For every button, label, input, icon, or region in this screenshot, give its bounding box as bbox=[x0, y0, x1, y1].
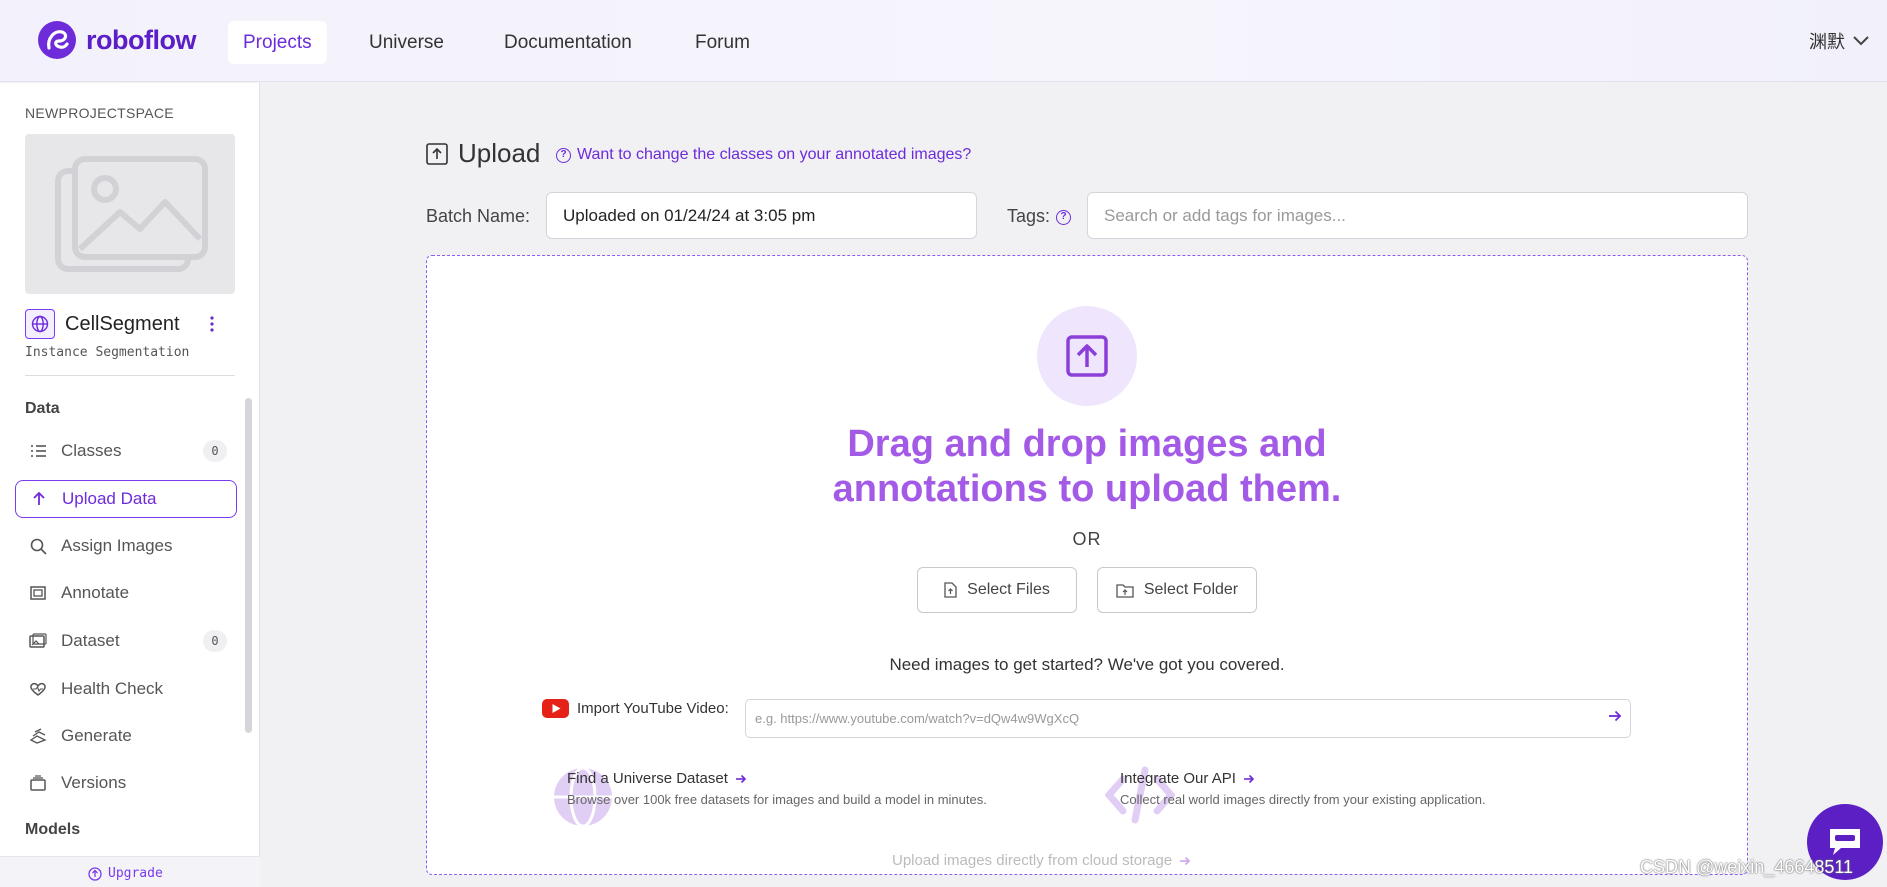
section-data: Data bbox=[25, 400, 60, 417]
user-menu[interactable]: 渊默 bbox=[1809, 28, 1869, 54]
page-title: Upload bbox=[426, 138, 540, 169]
select-files-label: Select Files bbox=[967, 581, 1050, 598]
universe-dataset-desc: Browse over 100k free datasets for image… bbox=[567, 792, 987, 807]
file-icon bbox=[944, 582, 957, 598]
project-name: CellSegment bbox=[65, 312, 180, 335]
classes-count: 0 bbox=[203, 440, 227, 462]
images-icon bbox=[28, 631, 48, 651]
tags-input[interactable]: Search or add tags for images... bbox=[1087, 192, 1748, 239]
nav-universe[interactable]: Universe bbox=[354, 21, 459, 64]
sidebar-item-classes[interactable]: Classes 0 bbox=[15, 432, 237, 470]
sidebar-item-generate[interactable]: Generate bbox=[15, 717, 237, 755]
annotate-icon bbox=[28, 583, 48, 603]
youtube-import-row: Import YouTube Video: bbox=[542, 699, 729, 718]
integrate-api-desc: Collect real world images directly from … bbox=[1120, 792, 1486, 807]
youtube-label: Import YouTube Video: bbox=[577, 700, 729, 717]
top-nav: roboflow Projects Universe Documentation… bbox=[0, 0, 1887, 82]
sidebar-item-assign-images[interactable]: Assign Images bbox=[15, 527, 237, 565]
sidebar-item-label: Dataset bbox=[61, 631, 120, 650]
project-type: Instance Segmentation bbox=[25, 345, 190, 360]
generate-icon bbox=[28, 726, 48, 746]
or-divider: OR bbox=[1072, 529, 1102, 549]
classes-help-link[interactable]: ? Want to change the classes on your ann… bbox=[556, 146, 971, 164]
sidebar: NEWPROJECTSPACE CellSegment Instance Seg… bbox=[0, 83, 260, 887]
sidebar-item-health-check[interactable]: Health Check bbox=[15, 670, 237, 708]
youtube-icon bbox=[542, 699, 569, 718]
upgrade-button[interactable]: Upgrade bbox=[88, 866, 163, 881]
project-header: CellSegment bbox=[25, 309, 235, 339]
drag-drop-heading-line2: annotations to upload them. bbox=[832, 468, 1342, 510]
workspace-name[interactable]: NEWPROJECTSPACE bbox=[25, 105, 174, 121]
sidebar-item-annotate[interactable]: Annotate bbox=[15, 574, 237, 612]
nav-documentation[interactable]: Documentation bbox=[489, 21, 647, 64]
drag-drop-heading-line1: Drag and drop images and bbox=[847, 423, 1327, 465]
cloud-storage-text: Upload images directly from cloud storag… bbox=[892, 852, 1173, 869]
tags-help-icon[interactable]: ? bbox=[1056, 209, 1072, 225]
versions-icon bbox=[28, 773, 48, 793]
nav-forum[interactable]: Forum bbox=[680, 21, 765, 64]
upload-circle bbox=[1037, 306, 1137, 406]
integrate-api-title: Integrate Our API bbox=[1120, 770, 1236, 787]
youtube-url-input[interactable]: e.g. https://www.youtube.com/watch?v=dQw… bbox=[745, 699, 1631, 738]
sidebar-item-label: Upload Data bbox=[62, 489, 157, 508]
roboflow-logo[interactable]: roboflow bbox=[38, 21, 196, 59]
project-thumbnail bbox=[25, 134, 235, 294]
section-models: Models bbox=[25, 821, 81, 838]
integrate-api-link[interactable]: Integrate Our API bbox=[1120, 770, 1255, 787]
folder-icon bbox=[1116, 583, 1134, 598]
arrow-up-icon bbox=[29, 489, 49, 509]
sidebar-item-upload-data[interactable]: Upload Data bbox=[15, 480, 237, 518]
list-icon bbox=[28, 441, 48, 461]
classes-help-text: Want to change the classes on your annot… bbox=[577, 146, 972, 163]
arrow-right-icon bbox=[1180, 856, 1191, 865]
nav-projects[interactable]: Projects bbox=[228, 21, 327, 64]
globe-icon bbox=[25, 309, 55, 339]
upload-dropzone[interactable]: Drag and drop images and annotations to … bbox=[426, 255, 1748, 875]
select-files-button[interactable]: Select Files bbox=[917, 567, 1077, 613]
arrow-right-icon[interactable] bbox=[1608, 709, 1622, 723]
youtube-url-placeholder: e.g. https://www.youtube.com/watch?v=dQw… bbox=[755, 711, 1080, 726]
upload-box-icon bbox=[426, 142, 448, 165]
chat-icon bbox=[1830, 829, 1860, 855]
batch-name-label: Batch Name: bbox=[426, 206, 531, 226]
logo-text: roboflow bbox=[86, 24, 196, 55]
chevron-down-icon bbox=[1853, 36, 1869, 46]
universe-dataset-title: Find a Universe Dataset bbox=[567, 770, 728, 787]
select-folder-button[interactable]: Select Folder bbox=[1097, 567, 1257, 613]
tags-label-text: Tags: bbox=[1007, 206, 1051, 226]
upgrade-bar: Upgrade bbox=[0, 856, 260, 887]
kebab-menu-icon[interactable] bbox=[209, 314, 215, 334]
page-title-text: Upload bbox=[458, 138, 541, 168]
upgrade-icon bbox=[88, 866, 102, 881]
question-icon: ? bbox=[556, 147, 571, 163]
sidebar-item-label: Classes bbox=[61, 441, 122, 460]
upload-arrow-icon bbox=[1066, 335, 1108, 377]
sidebar-scrollbar[interactable] bbox=[245, 398, 252, 733]
sidebar-item-label: Generate bbox=[61, 726, 132, 745]
image-placeholder-icon bbox=[55, 156, 208, 272]
logo-icon bbox=[38, 21, 76, 59]
batch-name-input[interactable]: Uploaded on 01/24/24 at 3:05 pm bbox=[546, 192, 977, 239]
watermark: CSDN @weixin_46648511 bbox=[1640, 857, 1854, 877]
sidebar-item-label: Annotate bbox=[61, 583, 130, 602]
heart-icon bbox=[28, 679, 48, 699]
user-name: 渊默 bbox=[1809, 32, 1845, 52]
dataset-count: 0 bbox=[203, 630, 227, 652]
upgrade-label: Upgrade bbox=[108, 866, 163, 881]
need-images-text: Need images to get started? We've got yo… bbox=[889, 655, 1285, 674]
arrow-right-icon bbox=[735, 774, 747, 783]
sidebar-item-dataset[interactable]: Dataset 0 bbox=[15, 622, 237, 660]
arrow-right-icon bbox=[1243, 774, 1255, 783]
sidebar-item-label: Versions bbox=[61, 773, 127, 792]
search-icon bbox=[28, 536, 48, 556]
universe-dataset-link[interactable]: Find a Universe Dataset bbox=[567, 770, 747, 787]
divider bbox=[25, 375, 235, 376]
sidebar-item-label: Health Check bbox=[61, 679, 164, 698]
select-folder-label: Select Folder bbox=[1143, 581, 1239, 598]
tags-label: Tags:? bbox=[1007, 206, 1072, 227]
sidebar-item-versions[interactable]: Versions bbox=[15, 764, 237, 802]
sidebar-item-label: Assign Images bbox=[61, 536, 173, 555]
cloud-storage-link[interactable]: Upload images directly from cloud storag… bbox=[892, 852, 1191, 869]
